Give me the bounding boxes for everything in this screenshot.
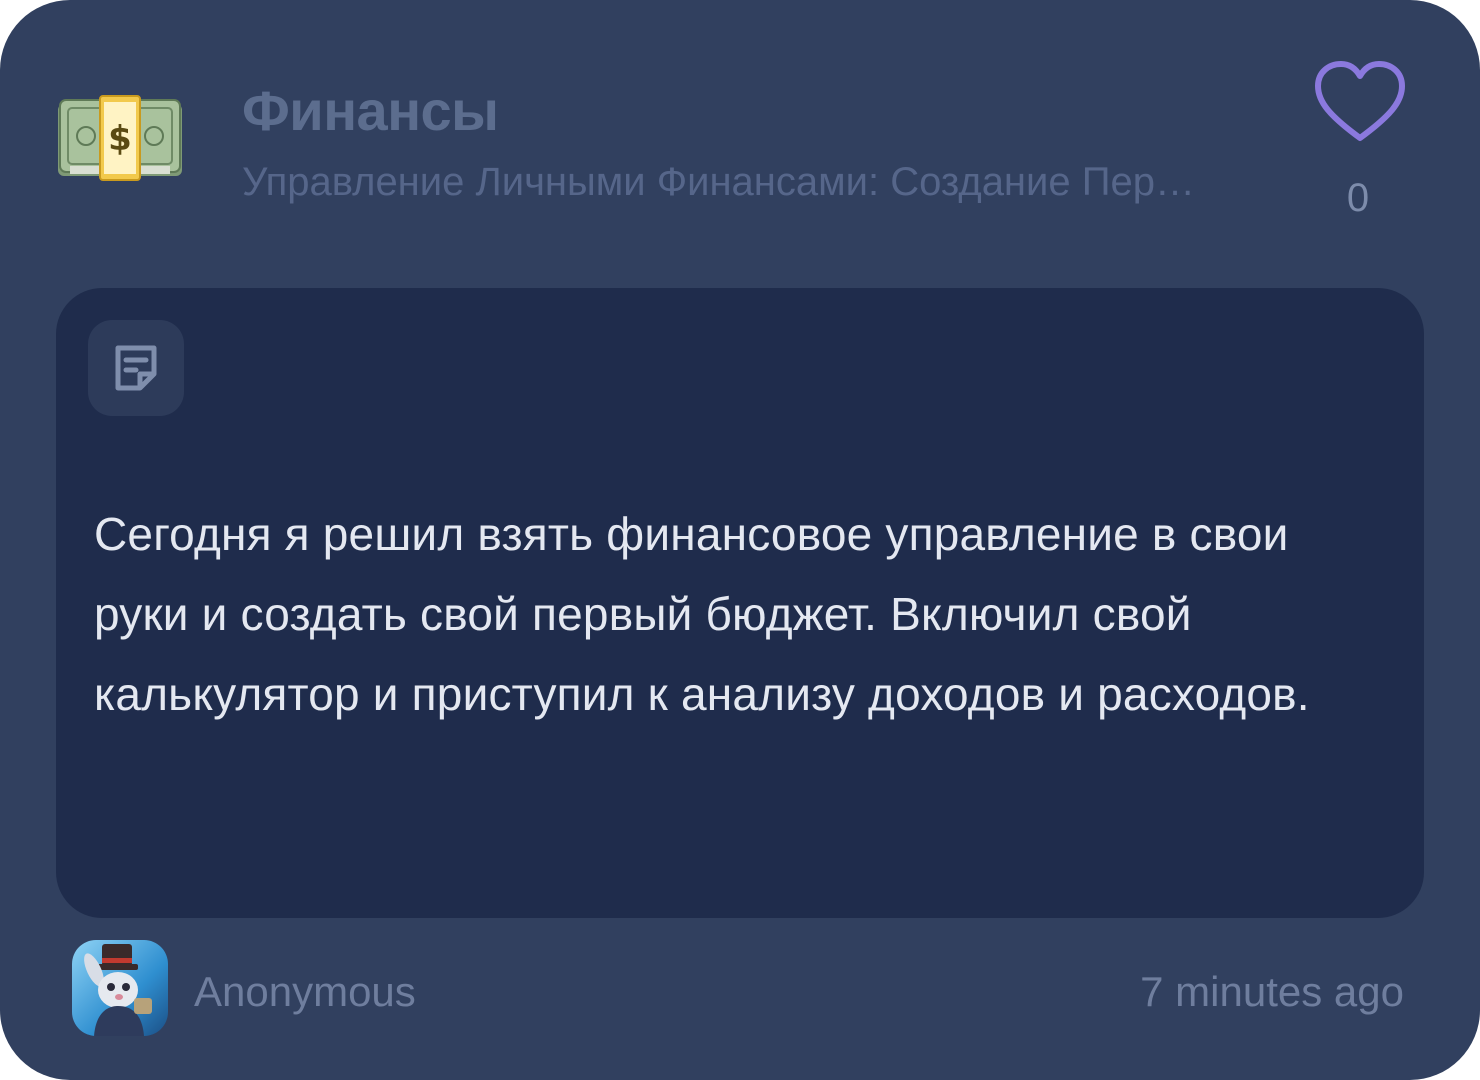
post-card[interactable]: $ Финансы Управление Личными Финансами: …: [0, 0, 1480, 1080]
post-title: Финансы: [242, 79, 499, 142]
svg-text:$: $: [108, 119, 132, 159]
author-name[interactable]: Anonymous: [194, 966, 416, 1018]
heart-outline-icon: [1315, 61, 1405, 141]
post-body: Сегодня я решил взять финансовое управле…: [94, 508, 1310, 720]
avatar[interactable]: [72, 940, 168, 1036]
post-content: Сегодня я решил взять финансовое управле…: [56, 288, 1424, 918]
banknote-icon: $: [56, 94, 184, 184]
post-timestamp: 7 minutes ago: [1140, 968, 1404, 1015]
like-button[interactable]: [1310, 56, 1410, 148]
post-subtitle: Управление Личными Финансами: Создание П…: [242, 160, 1212, 204]
note-badge: [88, 320, 184, 416]
note-icon: [115, 345, 157, 391]
like-count: 0: [1346, 176, 1370, 220]
rabbit-avatar-icon: [72, 940, 168, 1036]
